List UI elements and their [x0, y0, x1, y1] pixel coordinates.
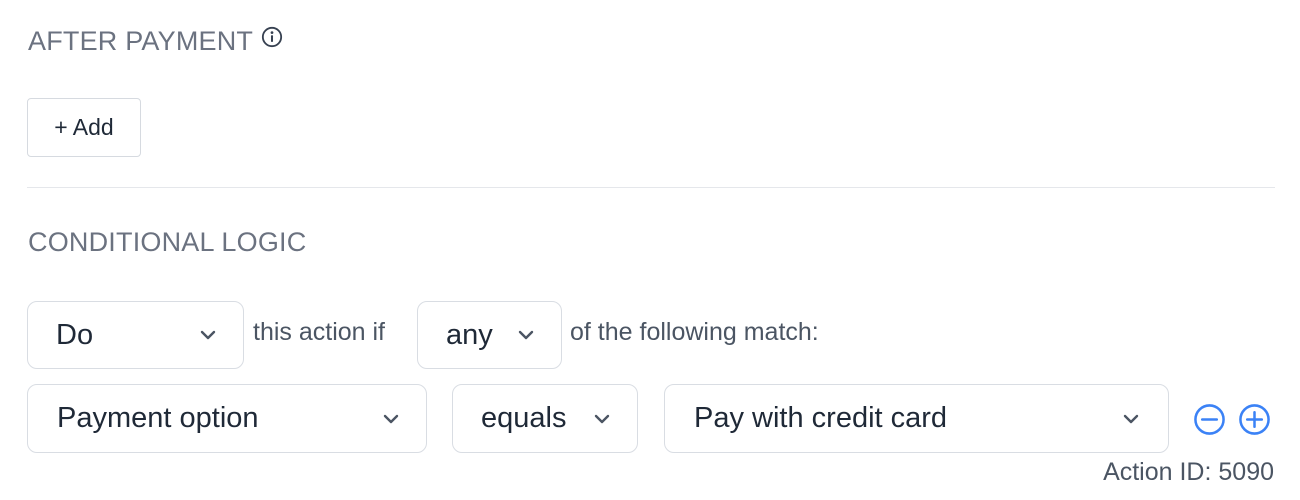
match-mode-value: any — [446, 318, 493, 351]
add-button[interactable]: + Add — [27, 98, 141, 157]
rule-operator-value: equals — [481, 402, 567, 434]
chevron-down-icon — [1123, 414, 1139, 423]
chevron-down-icon — [594, 414, 610, 423]
condition-text-after: of the following match: — [570, 318, 819, 346]
rule-field-select[interactable]: Payment option — [27, 384, 427, 453]
match-mode-select[interactable]: any — [417, 301, 562, 369]
add-condition-icon[interactable] — [1238, 403, 1271, 436]
do-select-value: Do — [56, 318, 94, 351]
rule-value-select[interactable]: Pay with credit card — [664, 384, 1169, 453]
rule-field-value: Payment option — [57, 402, 259, 434]
conditional-logic-title: CONDITIONAL LOGIC — [28, 227, 307, 257]
after-payment-heading: AFTER PAYMENT — [28, 26, 283, 57]
do-select[interactable]: Do — [27, 301, 244, 369]
action-id: Action ID: 5090 — [1103, 458, 1274, 486]
condition-text-before: this action if — [253, 318, 386, 346]
chevron-down-icon — [518, 330, 534, 340]
section-divider — [27, 187, 1275, 188]
chevron-down-icon — [200, 330, 216, 340]
after-payment-title: AFTER PAYMENT — [28, 26, 254, 56]
add-button-label: + Add — [54, 114, 114, 140]
rule-operator-select[interactable]: equals — [452, 384, 638, 453]
rule-value-value: Pay with credit card — [694, 402, 948, 434]
chevron-down-icon — [383, 414, 399, 423]
info-icon[interactable] — [261, 24, 283, 48]
remove-condition-icon[interactable] — [1193, 403, 1226, 436]
